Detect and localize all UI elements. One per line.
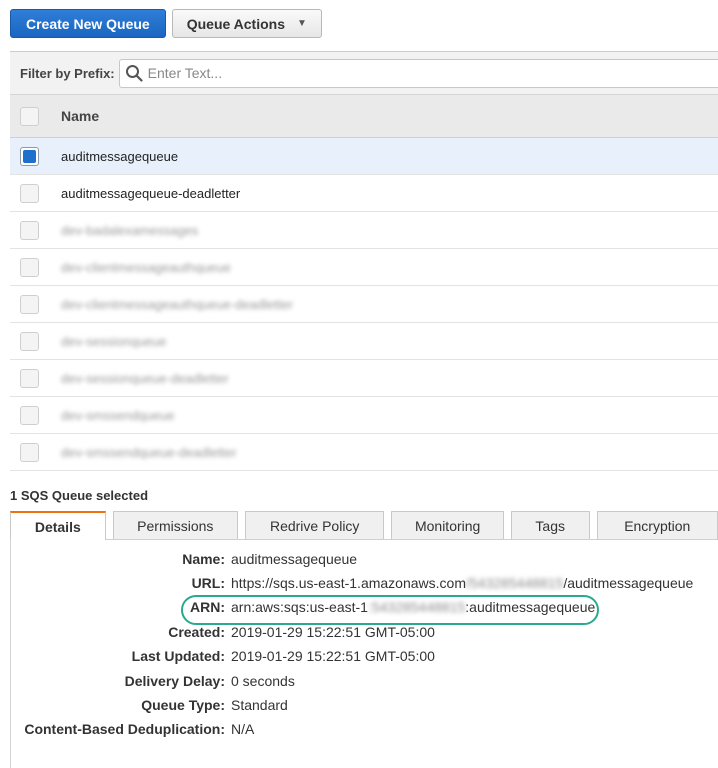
chevron-down-icon: ▼ <box>297 18 307 29</box>
queue-actions-button[interactable]: Queue Actions ▼ <box>171 9 322 38</box>
queue-name: dev-smssendqueue <box>61 407 175 423</box>
queue-name: dev-sessionqueue <box>61 333 167 349</box>
delivery-delay-label: Delivery Delay: <box>124 673 225 689</box>
row-checkbox[interactable] <box>20 331 39 351</box>
last-updated-value: 2019-01-29 15:22:51 GMT-05:00 <box>231 648 435 664</box>
created-value: 2019-01-29 15:22:51 GMT-05:00 <box>231 624 435 640</box>
row-checkbox[interactable] <box>20 294 39 314</box>
tab-redrive-policy[interactable]: Redrive Policy <box>245 511 385 539</box>
tab-tags[interactable]: Tags <box>510 511 590 539</box>
created-label: Created: <box>168 624 225 640</box>
row-checkbox[interactable] <box>20 257 39 277</box>
table-row[interactable]: auditmessagequeue-deadletter <box>10 175 718 212</box>
toolbar: Create New Queue Queue Actions ▼ <box>10 9 322 38</box>
tab-permissions[interactable]: Permissions <box>112 511 239 539</box>
filter-box[interactable] <box>118 58 718 88</box>
tab-encryption[interactable]: Encryption <box>596 511 718 539</box>
queue-name: dev-sessionqueue-deadletter <box>61 370 229 386</box>
url-label: URL: <box>191 575 225 591</box>
row-checkbox[interactable] <box>20 442 39 462</box>
row-checkbox[interactable] <box>20 183 39 203</box>
selection-count: 1 SQS Queue selected <box>10 488 149 503</box>
last-updated-label: Last Updated: <box>131 648 225 664</box>
url-account-redacted: /543285448815 <box>466 575 564 591</box>
tab-monitoring[interactable]: Monitoring <box>391 511 504 539</box>
table-row[interactable]: dev-smssendqueue <box>10 397 718 434</box>
queue-list-panel: Filter by Prefix: Name auditmessagequeue… <box>10 51 718 479</box>
queue-name: dev-clientmessageauthqueue-deadletter <box>61 296 293 312</box>
table-row[interactable]: dev-clientmessageauthqueue <box>10 249 718 286</box>
table-row[interactable]: dev-badalexamessages <box>10 212 718 249</box>
queue-type-value: Standard <box>231 697 288 713</box>
url-suffix: /auditmessagequeue <box>563 575 694 591</box>
table-header: Name <box>10 95 718 138</box>
url-value: https://sqs.us-east-1.amazonaws.com/5432… <box>231 575 693 591</box>
arn-highlight-annotation <box>181 595 599 625</box>
queue-type-label: Queue Type: <box>141 697 225 713</box>
queue-name: auditmessagequeue <box>61 148 179 164</box>
deduplication-label: Content-Based Deduplication: <box>24 721 225 737</box>
queue-name: auditmessagequeue-deadletter <box>61 185 241 201</box>
create-new-queue-button[interactable]: Create New Queue <box>10 9 166 38</box>
delivery-delay-value: 0 seconds <box>231 673 295 689</box>
details-panel: Name: auditmessagequeue URL: https://sqs… <box>10 540 718 768</box>
name-value: auditmessagequeue <box>231 551 358 567</box>
filter-bar: Filter by Prefix: <box>10 52 718 95</box>
select-all-checkbox[interactable] <box>20 106 39 126</box>
detail-row-queue-type: Queue Type: Standard <box>11 693 711 717</box>
queue-name: dev-smssendqueue-deadletter <box>61 444 237 460</box>
queue-name: dev-clientmessageauthqueue <box>61 259 231 275</box>
detail-row-delivery-delay: Delivery Delay: 0 seconds <box>11 669 711 693</box>
table-row[interactable]: auditmessagequeue <box>10 138 718 175</box>
url-prefix: https://sqs.us-east-1.amazonaws.com <box>231 575 466 591</box>
table-row[interactable]: dev-smssendqueue-deadletter <box>10 434 718 471</box>
name-column-header[interactable]: Name <box>61 108 99 124</box>
checkmark-fill <box>23 149 36 163</box>
queue-table-body: auditmessagequeue auditmessagequeue-dead… <box>10 138 718 471</box>
row-checkbox[interactable] <box>20 368 39 388</box>
detail-row-deduplication: Content-Based Deduplication: N/A <box>11 717 711 741</box>
tab-details[interactable]: Details <box>10 511 106 540</box>
search-icon <box>124 63 144 83</box>
deduplication-value: N/A <box>231 721 255 737</box>
detail-tabs: Details Permissions Redrive Policy Monit… <box>10 511 718 540</box>
detail-row-last-updated: Last Updated: 2019-01-29 15:22:51 GMT-05… <box>11 644 711 668</box>
detail-row-url: URL: https://sqs.us-east-1.amazonaws.com… <box>11 571 711 595</box>
row-checkbox[interactable] <box>20 405 39 425</box>
detail-row-name: Name: auditmessagequeue <box>11 547 711 571</box>
filter-input[interactable] <box>147 65 718 81</box>
queue-name: dev-badalexamessages <box>61 222 199 238</box>
filter-label: Filter by Prefix: <box>20 65 115 81</box>
table-row[interactable]: dev-clientmessageauthqueue-deadletter <box>10 286 718 323</box>
row-checkbox[interactable] <box>20 146 39 166</box>
table-row[interactable]: dev-sessionqueue-deadletter <box>10 360 718 397</box>
queue-actions-label: Queue Actions <box>186 15 285 32</box>
row-checkbox[interactable] <box>20 220 39 240</box>
name-label: Name: <box>182 551 225 567</box>
table-row[interactable]: dev-sessionqueue <box>10 323 718 360</box>
